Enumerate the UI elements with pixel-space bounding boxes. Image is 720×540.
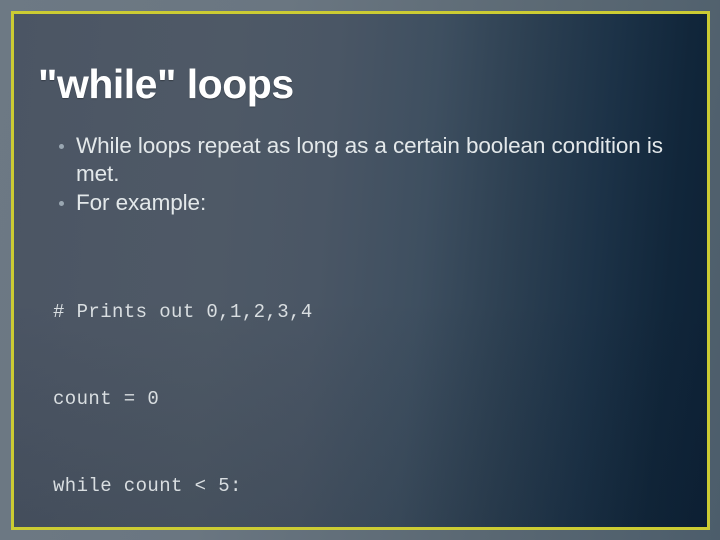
bullet-item: For example: xyxy=(36,189,696,217)
bullet-item: While loops repeat as long as a certain … xyxy=(36,132,696,188)
code-line: while count < 5: xyxy=(53,475,242,497)
bullet-item-label: For example: xyxy=(76,190,207,215)
bullet-item-label: While loops repeat as long as a certain … xyxy=(76,133,663,186)
code-line: count = 0 xyxy=(53,388,160,410)
code-block: # Prints out 0,1,2,3,4 count = 0 while c… xyxy=(53,240,673,527)
presentation-slide: "while" loops While loops repeat as long… xyxy=(0,0,720,540)
slide-title: "while" loops xyxy=(38,61,294,107)
bullet-list: While loops repeat as long as a certain … xyxy=(36,132,696,217)
bullet-dot-icon xyxy=(59,144,64,149)
slide-canvas: "while" loops While loops repeat as long… xyxy=(14,14,707,527)
code-line: # Prints out 0,1,2,3,4 xyxy=(53,301,313,323)
bullet-dot-icon xyxy=(59,201,64,206)
